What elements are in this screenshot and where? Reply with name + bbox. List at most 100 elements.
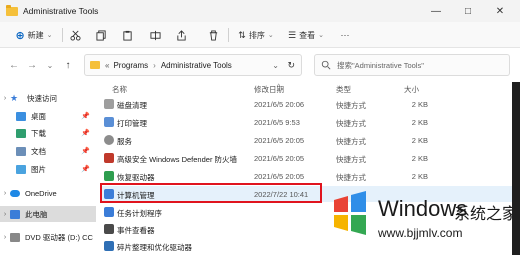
file-row[interactable]: 恢复驱动器 2021/6/5 20:05 快捷方式 2 KB xyxy=(100,168,520,184)
file-date: 2021/6/5 20:06 xyxy=(254,100,305,109)
breadcrumb-separator: › xyxy=(153,60,156,70)
folder-icon xyxy=(90,61,100,69)
document-icon xyxy=(16,146,26,156)
windows-logo-icon xyxy=(334,191,366,235)
pin-icon: 📌 xyxy=(81,148,90,155)
breadcrumb-administrative-tools[interactable]: Administrative Tools xyxy=(161,61,232,70)
dvd-drive-icon xyxy=(10,232,20,242)
sidebar-item-label: OneDrive xyxy=(25,188,57,198)
minimize-button[interactable]: — xyxy=(424,0,448,22)
file-row[interactable]: 打印管理 2021/6/5 9:53 快捷方式 2 KB xyxy=(100,114,520,130)
back-button[interactable]: ← xyxy=(6,56,22,74)
column-header: ^ 名称 修改日期 类型 大小 xyxy=(100,82,520,96)
copy-icon xyxy=(95,29,106,41)
column-type[interactable]: 类型 xyxy=(336,84,351,95)
sidebar-item-documents[interactable]: 文档 📌 xyxy=(0,143,96,159)
cloud-icon xyxy=(10,189,20,197)
computer-icon xyxy=(10,209,20,219)
chevron-icon[interactable]: › xyxy=(0,211,10,218)
breadcrumb-programs[interactable]: Programs xyxy=(113,61,148,70)
rename-button[interactable] xyxy=(146,26,164,44)
cut-button[interactable] xyxy=(66,26,84,44)
column-date[interactable]: 修改日期 xyxy=(254,84,284,95)
more-options-button[interactable]: ··· xyxy=(336,26,354,44)
address-row: ← → ⌄ ↑ « Programs › Administrative Tool… xyxy=(0,48,520,82)
pin-icon: 📌 xyxy=(81,166,90,173)
file-row[interactable]: 磁盘清理 2021/6/5 20:06 快捷方式 2 KB xyxy=(100,96,520,112)
column-size[interactable]: 大小 xyxy=(404,84,419,95)
task-scheduler-icon xyxy=(104,207,114,217)
chevron-down-icon: ⌄ xyxy=(267,32,274,39)
maximize-button[interactable]: □ xyxy=(456,0,480,22)
share-button[interactable] xyxy=(172,26,190,44)
title-bar: Administrative Tools — □ ✕ xyxy=(0,0,520,22)
sidebar-item-label: DVD 驱动器 (D:) CC xyxy=(25,232,93,242)
file-date: 2022/7/22 10:41 xyxy=(254,190,309,199)
file-size: 2 KB xyxy=(411,118,428,127)
file-name: 任务计划程序 xyxy=(117,209,162,218)
plus-icon: ⊕ xyxy=(15,29,25,42)
sidebar-item-this-pc[interactable]: › 此电脑 xyxy=(0,206,96,222)
watermark: Windows 系统之家 www.bjjmlv.com xyxy=(330,190,520,250)
file-type: 快捷方式 xyxy=(336,119,366,128)
watermark-url: www.bjjmlv.com xyxy=(378,226,463,240)
overflow-crumbs[interactable]: « xyxy=(105,61,109,70)
computer-management-icon xyxy=(104,189,114,199)
defrag-icon xyxy=(104,241,114,251)
sort-button[interactable]: ⇅ 排序 ⌄ xyxy=(234,26,278,44)
file-row[interactable]: 高级安全 Windows Defender 防火墙 2021/6/5 20:05… xyxy=(100,150,520,166)
forward-button[interactable]: → xyxy=(24,56,40,74)
event-viewer-icon xyxy=(104,224,114,234)
sidebar-item-label: 文档 xyxy=(31,146,46,156)
new-button[interactable]: ⊕ 新建 ⌄ xyxy=(10,26,58,44)
file-row[interactable]: 服务 2021/6/5 20:05 快捷方式 2 KB xyxy=(100,132,520,148)
gear-icon xyxy=(104,135,114,145)
scissors-icon xyxy=(69,30,81,41)
paste-button[interactable] xyxy=(118,26,136,44)
sidebar-item-label: 图片 xyxy=(31,164,46,174)
file-name: 磁盘清理 xyxy=(117,101,147,110)
view-icon: ☰ xyxy=(288,29,297,40)
sidebar-item-pictures[interactable]: 图片 📌 xyxy=(0,161,96,177)
chevron-icon[interactable]: › xyxy=(0,190,10,197)
search-icon xyxy=(321,60,331,70)
recent-locations-button[interactable]: ⌄ xyxy=(42,56,58,74)
up-button[interactable]: ↑ xyxy=(60,56,76,74)
address-bar[interactable]: « Programs › Administrative Tools ⌄ ↻ xyxy=(84,54,302,76)
search-input[interactable]: 搜索"Administrative Tools" xyxy=(314,54,510,76)
sidebar-item-dvd-drive[interactable]: › DVD 驱动器 (D:) CC xyxy=(0,229,96,245)
file-size: 2 KB xyxy=(411,172,428,181)
chevron-icon[interactable]: › xyxy=(0,95,10,102)
delete-button[interactable] xyxy=(204,26,222,44)
sidebar-item-onedrive[interactable]: › OneDrive xyxy=(0,185,96,201)
file-name: 服务 xyxy=(117,137,132,146)
sidebar-item-label: 快速访问 xyxy=(27,93,57,103)
sidebar-item-downloads[interactable]: 下载 📌 xyxy=(0,125,96,141)
address-dropdown-icon[interactable]: ⌄ xyxy=(272,61,279,70)
close-button[interactable]: ✕ xyxy=(488,0,512,22)
download-icon xyxy=(16,128,26,138)
file-type: 快捷方式 xyxy=(336,173,366,182)
paste-icon xyxy=(122,30,132,41)
view-button[interactable]: ☰ 查看 ⌄ xyxy=(284,26,328,44)
refresh-icon[interactable]: ↻ xyxy=(287,60,295,71)
desktop-icon xyxy=(16,111,26,121)
file-size: 2 KB xyxy=(411,136,428,145)
file-type: 快捷方式 xyxy=(336,101,366,110)
column-name[interactable]: 名称 xyxy=(112,84,127,95)
file-date: 2021/6/5 20:05 xyxy=(254,172,305,181)
file-type: 快捷方式 xyxy=(336,137,366,146)
file-type: 快捷方式 xyxy=(336,155,366,164)
copy-button[interactable] xyxy=(92,26,110,44)
sidebar-item-desktop[interactable]: 桌面 📌 xyxy=(0,108,96,124)
star-icon: ★ xyxy=(10,92,19,103)
toolbar-separator xyxy=(228,28,229,42)
chevron-down-icon: ⌄ xyxy=(46,32,53,39)
command-bar: ⊕ 新建 ⌄ ⇅ 排序 ⌄ ☰ 查看 ⌄ ··· xyxy=(0,22,520,48)
file-name: 恢复驱动器 xyxy=(117,173,155,182)
sidebar-item-quick-access[interactable]: › ★ 快速访问 xyxy=(0,90,96,106)
chevron-icon[interactable]: › xyxy=(0,234,10,241)
chevron-down-icon: ⌄ xyxy=(318,32,324,39)
sidebar-item-label: 此电脑 xyxy=(25,209,48,219)
folder-icon xyxy=(6,4,18,16)
